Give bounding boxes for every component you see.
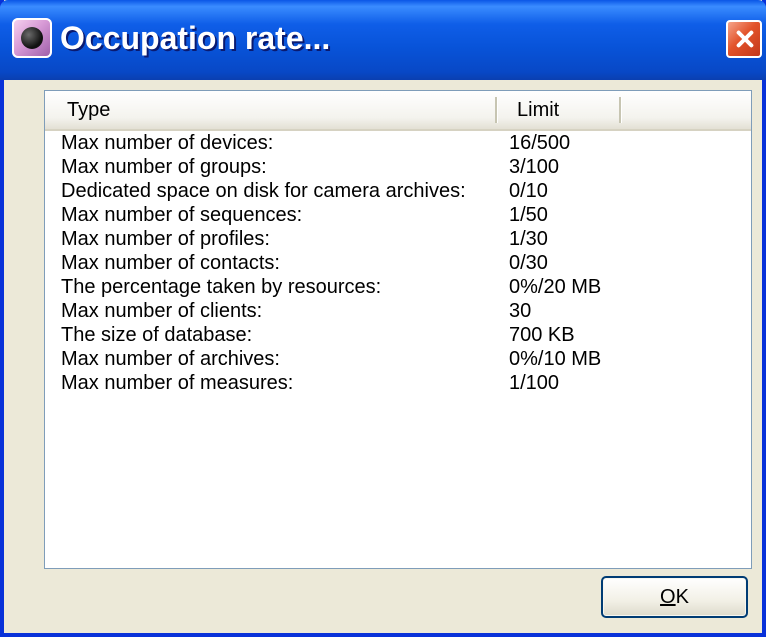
row-limit: 0%/20 MB xyxy=(509,276,602,298)
row-type: Max number of devices: xyxy=(61,132,274,154)
list-row[interactable]: The percentage taken by resources: 0%/20 … xyxy=(45,275,751,299)
ok-label-rest: K xyxy=(675,586,689,608)
row-limit: 0/30 xyxy=(509,252,548,274)
row-type: The size of database: xyxy=(61,324,253,346)
column-divider[interactable] xyxy=(495,97,498,123)
list-header: Type Limit xyxy=(45,91,751,131)
list-row[interactable]: Max number of groups: 3/100 xyxy=(45,155,751,179)
row-limit: 1/100 xyxy=(509,372,560,394)
row-type: The percentage taken by resources: xyxy=(61,276,382,298)
row-type: Dedicated space on disk for camera archi… xyxy=(61,180,466,202)
row-limit: 1/50 xyxy=(509,204,548,226)
list-row[interactable]: Max number of archives: 0%/10 MB xyxy=(45,347,751,371)
row-limit: 1/30 xyxy=(509,228,548,250)
row-type: Max number of contacts: xyxy=(61,252,280,274)
list-row[interactable]: Dedicated space on disk for camera archi… xyxy=(45,179,751,203)
dialog-window: Occupation rate... Type Limit Max number… xyxy=(0,0,766,637)
webcam-icon xyxy=(12,18,52,58)
row-limit: 3/100 xyxy=(509,156,560,178)
list-row[interactable]: Max number of clients: 30 xyxy=(45,299,751,323)
row-type: Max number of clients: xyxy=(61,300,263,322)
list-row[interactable]: Max number of measures: 1/100 xyxy=(45,371,751,395)
list-rows: Max number of devices: 16/500 Max number … xyxy=(45,131,751,395)
column-header-type[interactable]: Type xyxy=(67,91,110,129)
row-type: Max number of archives: xyxy=(61,348,280,370)
row-limit: 16/500 xyxy=(509,132,571,154)
row-type: Max number of measures: xyxy=(61,372,294,394)
list-row[interactable]: The size of database: 700 KB xyxy=(45,323,751,347)
title-bar[interactable]: Occupation rate... xyxy=(0,0,766,80)
row-type: Max number of sequences: xyxy=(61,204,303,226)
list-row[interactable]: Max number of profiles: 1/30 xyxy=(45,227,751,251)
occupation-list[interactable]: Type Limit Max number of devices: 16/500 … xyxy=(44,90,752,569)
ok-button[interactable]: OK xyxy=(601,576,748,618)
row-type: Max number of groups: xyxy=(61,156,267,178)
list-row[interactable]: Max number of devices: 16/500 xyxy=(45,131,751,155)
row-limit: 30 xyxy=(509,300,532,322)
close-icon[interactable] xyxy=(726,20,762,58)
list-row[interactable]: Max number of contacts: 0/30 xyxy=(45,251,751,275)
ok-accelerator: O xyxy=(660,586,676,608)
list-row[interactable]: Max number of sequences: 1/50 xyxy=(45,203,751,227)
column-divider[interactable] xyxy=(619,97,622,123)
row-limit: 700 KB xyxy=(509,324,575,346)
row-type: Max number of profiles: xyxy=(61,228,270,250)
window-title: Occupation rate... xyxy=(60,20,331,56)
row-limit: 0%/10 MB xyxy=(509,348,602,370)
column-header-limit[interactable]: Limit xyxy=(517,91,559,129)
row-limit: 0/10 xyxy=(509,180,548,202)
